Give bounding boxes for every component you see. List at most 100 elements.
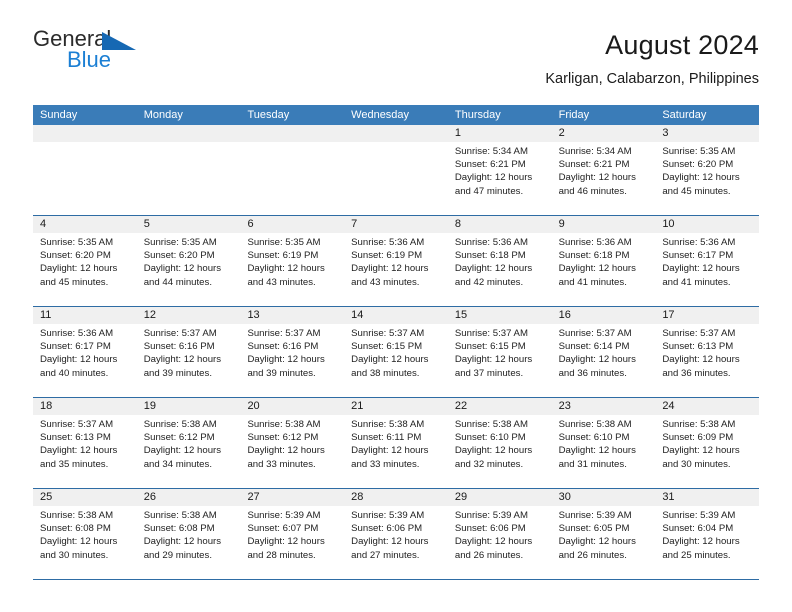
day-cell[interactable]: 27 Sunrise: 5:39 AM Sunset: 6:07 PM Dayl… [240, 489, 345, 579]
day-number: 21 [344, 398, 448, 415]
day-cell[interactable]: 4 Sunrise: 5:35 AM Sunset: 6:20 PM Dayli… [33, 216, 137, 306]
day-cell[interactable]: 31 Sunrise: 5:39 AM Sunset: 6:04 PM Dayl… [655, 489, 760, 579]
day-cell[interactable]: 26 Sunrise: 5:38 AM Sunset: 6:08 PM Dayl… [136, 489, 241, 579]
day-info: Sunrise: 5:39 AM Sunset: 6:06 PM Dayligh… [344, 506, 448, 562]
day-cell[interactable]: 16 Sunrise: 5:37 AM Sunset: 6:14 PM Dayl… [551, 307, 656, 397]
day-number: 10 [655, 216, 760, 233]
day-info: Sunrise: 5:37 AM Sunset: 6:15 PM Dayligh… [344, 324, 448, 380]
daylight-text-line1: Daylight: 12 hours [454, 354, 533, 366]
daylight-text-line1: Daylight: 12 hours [40, 354, 118, 366]
day-cell[interactable]: 13 Sunrise: 5:37 AM Sunset: 6:16 PM Dayl… [240, 307, 345, 397]
day-number: 22 [447, 398, 552, 415]
day-cell[interactable]: 7 Sunrise: 5:36 AM Sunset: 6:19 PM Dayli… [344, 216, 448, 306]
day-cell[interactable]: 30 Sunrise: 5:39 AM Sunset: 6:05 PM Dayl… [551, 489, 656, 579]
day-cell[interactable]: 2 Sunrise: 5:34 AM Sunset: 6:21 PM Dayli… [551, 125, 656, 215]
day-cell[interactable]: 21 Sunrise: 5:38 AM Sunset: 6:11 PM Dayl… [344, 398, 448, 488]
day-info: Sunrise: 5:39 AM Sunset: 6:07 PM Dayligh… [240, 506, 344, 562]
day-number: 20 [240, 398, 345, 415]
weekday-header-tuesday: Tuesday [247, 109, 290, 121]
day-number: 30 [551, 489, 656, 506]
sunset-text: Sunset: 6:12 PM [143, 432, 215, 444]
sunset-text: Sunset: 6:17 PM [40, 341, 111, 353]
day-cell[interactable]: 23 Sunrise: 5:38 AM Sunset: 6:10 PM Dayl… [551, 398, 656, 488]
daylight-text-line2: and 45 minutes. [40, 276, 109, 288]
sunrise-text: Sunrise: 5:34 AM [454, 146, 528, 157]
day-cell[interactable]: 22 Sunrise: 5:38 AM Sunset: 6:10 PM Dayl… [447, 398, 552, 488]
day-number: 12 [136, 307, 241, 324]
day-number: 31 [655, 489, 760, 506]
day-cell[interactable]: 14 Sunrise: 5:37 AM Sunset: 6:15 PM Dayl… [344, 307, 448, 397]
day-cell[interactable]: 18 Sunrise: 5:37 AM Sunset: 6:13 PM Dayl… [33, 398, 137, 488]
day-cell[interactable]: 12 Sunrise: 5:37 AM Sunset: 6:16 PM Dayl… [136, 307, 241, 397]
day-number: 14 [344, 307, 448, 324]
day-number: 24 [655, 398, 760, 415]
day-cell[interactable]: 9 Sunrise: 5:36 AM Sunset: 6:18 PM Dayli… [551, 216, 656, 306]
daylight-text-line1: Daylight: 12 hours [351, 263, 429, 275]
sunset-text: Sunset: 6:20 PM [40, 250, 111, 262]
day-cell[interactable]: 1 Sunrise: 5:34 AM Sunset: 6:21 PM Dayli… [447, 125, 552, 215]
daylight-text-line1: Daylight: 12 hours [247, 536, 325, 548]
week-row: 25 Sunrise: 5:38 AM Sunset: 6:08 PM Dayl… [33, 489, 760, 580]
weekday-header-wednesday: Wednesday [351, 109, 410, 121]
day-info: Sunrise: 5:39 AM Sunset: 6:05 PM Dayligh… [552, 506, 656, 562]
day-cell-empty [136, 125, 241, 215]
day-info: Sunrise: 5:37 AM Sunset: 6:16 PM Dayligh… [240, 324, 344, 380]
daylight-text-line2: and 41 minutes. [662, 276, 731, 288]
day-info: Sunrise: 5:35 AM Sunset: 6:20 PM Dayligh… [137, 233, 241, 289]
sunset-text: Sunset: 6:20 PM [143, 250, 215, 262]
weekday-header-row: Sunday Monday Tuesday Wednesday Thursday… [33, 105, 759, 125]
daylight-text-line2: and 33 minutes. [351, 458, 420, 470]
general-blue-logo[interactable]: General Blue [33, 28, 153, 74]
day-cell[interactable]: 6 Sunrise: 5:35 AM Sunset: 6:19 PM Dayli… [240, 216, 345, 306]
day-info: Sunrise: 5:38 AM Sunset: 6:08 PM Dayligh… [33, 506, 137, 562]
day-cell[interactable]: 10 Sunrise: 5:36 AM Sunset: 6:17 PM Dayl… [655, 216, 760, 306]
week-row: 4 Sunrise: 5:35 AM Sunset: 6:20 PM Dayli… [33, 216, 760, 307]
day-cell[interactable]: 8 Sunrise: 5:36 AM Sunset: 6:18 PM Dayli… [447, 216, 552, 306]
day-number: 2 [551, 125, 656, 142]
sunset-text: Sunset: 6:10 PM [558, 432, 630, 444]
day-info: Sunrise: 5:36 AM Sunset: 6:18 PM Dayligh… [552, 233, 656, 289]
sunrise-text: Sunrise: 5:38 AM [143, 419, 217, 430]
day-number: 1 [447, 125, 552, 142]
day-number: 8 [447, 216, 552, 233]
daylight-text-line1: Daylight: 12 hours [351, 445, 429, 457]
daylight-text-line2: and 43 minutes. [351, 276, 420, 288]
day-info: Sunrise: 5:38 AM Sunset: 6:11 PM Dayligh… [344, 415, 448, 471]
sunrise-text: Sunrise: 5:34 AM [558, 146, 632, 157]
day-cell[interactable]: 5 Sunrise: 5:35 AM Sunset: 6:20 PM Dayli… [136, 216, 241, 306]
day-cell[interactable]: 3 Sunrise: 5:35 AM Sunset: 6:20 PM Dayli… [655, 125, 760, 215]
sunset-text: Sunset: 6:21 PM [558, 159, 630, 171]
daylight-text-line2: and 46 minutes. [558, 185, 627, 197]
day-cell-empty [33, 125, 137, 215]
sunrise-text: Sunrise: 5:35 AM [143, 237, 217, 248]
daylight-text-line2: and 30 minutes. [40, 549, 109, 561]
daylight-text-line2: and 34 minutes. [143, 458, 212, 470]
day-cell[interactable]: 17 Sunrise: 5:37 AM Sunset: 6:13 PM Dayl… [655, 307, 760, 397]
daylight-text-line2: and 45 minutes. [662, 185, 731, 197]
sunset-text: Sunset: 6:05 PM [558, 523, 630, 535]
day-cell[interactable]: 25 Sunrise: 5:38 AM Sunset: 6:08 PM Dayl… [33, 489, 137, 579]
day-cell[interactable]: 11 Sunrise: 5:36 AM Sunset: 6:17 PM Dayl… [33, 307, 137, 397]
day-cell[interactable]: 20 Sunrise: 5:38 AM Sunset: 6:12 PM Dayl… [240, 398, 345, 488]
sunset-text: Sunset: 6:16 PM [247, 341, 319, 353]
daylight-text-line2: and 32 minutes. [454, 458, 524, 470]
daylight-text-line1: Daylight: 12 hours [351, 536, 429, 548]
logo-text-blue: Blue [67, 47, 112, 72]
day-number: 11 [33, 307, 137, 324]
day-cell[interactable]: 24 Sunrise: 5:38 AM Sunset: 6:09 PM Dayl… [655, 398, 760, 488]
day-cell[interactable]: 29 Sunrise: 5:39 AM Sunset: 6:06 PM Dayl… [447, 489, 552, 579]
daylight-text-line2: and 31 minutes. [558, 458, 627, 470]
day-number [344, 125, 448, 142]
sunrise-text: Sunrise: 5:38 AM [662, 419, 736, 430]
day-cell[interactable]: 19 Sunrise: 5:38 AM Sunset: 6:12 PM Dayl… [136, 398, 241, 488]
daylight-text-line2: and 41 minutes. [558, 276, 627, 288]
day-info: Sunrise: 5:38 AM Sunset: 6:10 PM Dayligh… [448, 415, 552, 471]
daylight-text-line1: Daylight: 12 hours [454, 172, 533, 184]
sunset-text: Sunset: 6:18 PM [558, 250, 630, 262]
day-cell[interactable]: 28 Sunrise: 5:39 AM Sunset: 6:06 PM Dayl… [344, 489, 448, 579]
daylight-text-line2: and 39 minutes. [247, 367, 316, 379]
sunrise-text: Sunrise: 5:38 AM [40, 510, 114, 521]
page-title: August 2024 [605, 30, 759, 60]
day-number: 5 [136, 216, 241, 233]
day-cell[interactable]: 15 Sunrise: 5:37 AM Sunset: 6:15 PM Dayl… [447, 307, 552, 397]
